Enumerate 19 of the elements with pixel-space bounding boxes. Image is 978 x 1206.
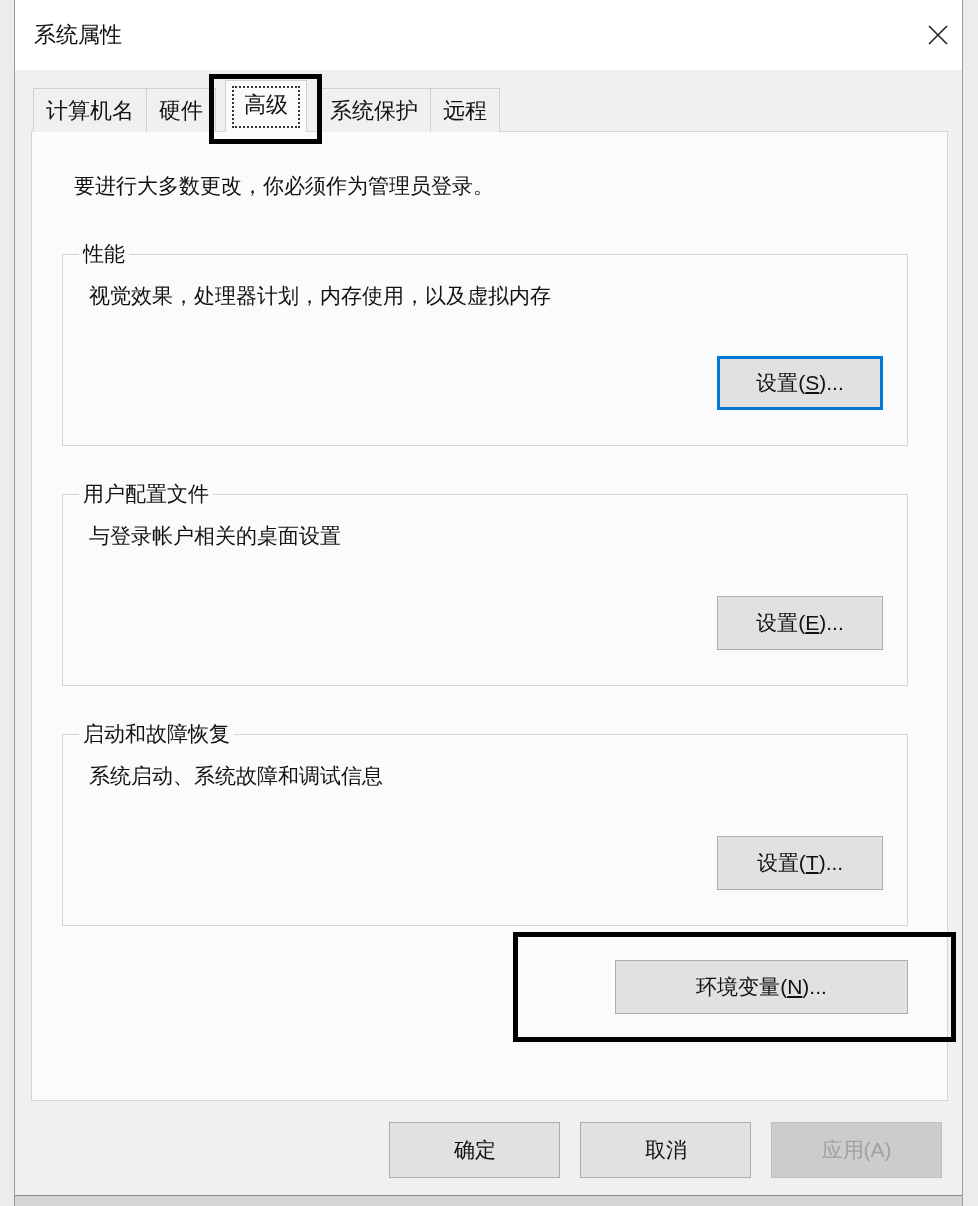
group-title: 性能: [81, 241, 126, 267]
tab[interactable]: 高级: [225, 80, 307, 132]
tab[interactable]: 远程: [430, 88, 500, 132]
notice-text: 要进行大多数更改，你必须作为管理员登录。: [74, 173, 495, 199]
dialog-button[interactable]: 取消: [580, 1122, 751, 1178]
environment-variables-button[interactable]: 环境变量(N)...: [615, 960, 908, 1014]
tab[interactable]: 硬件: [146, 88, 216, 132]
group-description: 视觉效果，处理器计划，内存使用，以及虚拟内存: [89, 283, 552, 309]
window-title: 系统属性: [34, 21, 122, 49]
close-icon[interactable]: [928, 25, 948, 45]
settings-button[interactable]: 设置(S)...: [717, 356, 883, 410]
dialog-button[interactable]: 确定: [389, 1122, 560, 1178]
group-description: 与登录帐户相关的桌面设置: [89, 523, 342, 549]
settings-button[interactable]: 设置(E)...: [717, 596, 883, 650]
tab[interactable]: 计算机名: [33, 88, 147, 132]
group-description: 系统启动、系统故障和调试信息: [89, 763, 384, 789]
group-title: 启动和故障恢复: [82, 721, 231, 747]
group-title: 用户配置文件: [82, 481, 210, 507]
settings-button[interactable]: 设置(T)...: [717, 836, 883, 890]
